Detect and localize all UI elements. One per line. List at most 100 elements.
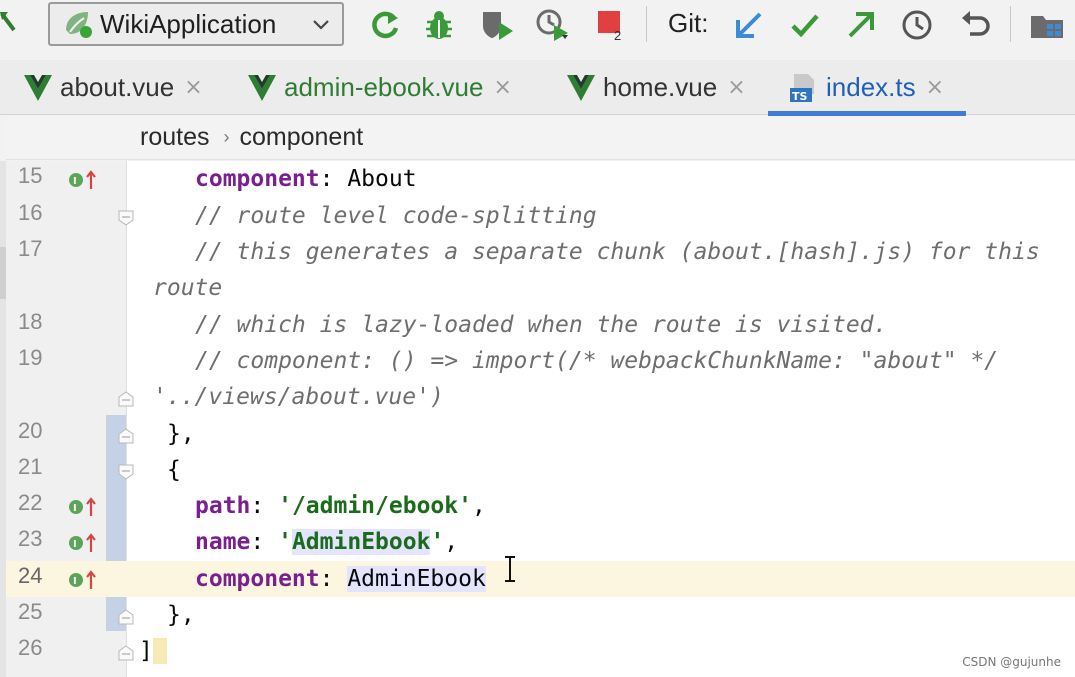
fold-end-icon[interactable] xyxy=(118,428,134,444)
svg-text:I: I xyxy=(73,176,77,187)
watermark: CSDN @gujunhe xyxy=(962,655,1061,669)
arrow-down-left-icon xyxy=(736,12,762,38)
close-icon[interactable]: × xyxy=(493,75,511,100)
toolbar-separator xyxy=(1010,6,1011,42)
spring-boot-icon xyxy=(66,12,92,38)
debug-button[interactable] xyxy=(420,6,458,44)
fold-end-icon[interactable] xyxy=(118,609,134,625)
tab-about-vue[interactable]: about.vue × xyxy=(24,60,203,115)
git-rollback-button[interactable] xyxy=(956,6,994,44)
breadcrumb: routes › component xyxy=(6,116,1075,160)
fold-icon[interactable] xyxy=(118,210,134,226)
code-line[interactable]: 23 I name: 'AdminEbook', xyxy=(6,524,1075,560)
tab-admin-ebook-vue[interactable]: admin-ebook.vue × xyxy=(248,60,512,115)
code-line[interactable]: 22 I path: '/admin/ebook', xyxy=(6,488,1075,524)
code-token-string: '/admin/ebook' xyxy=(278,493,472,519)
run-configuration-selector[interactable]: WikiApplication xyxy=(48,2,344,46)
tab-label: index.ts xyxy=(826,72,916,102)
rerun-icon xyxy=(372,11,399,39)
git-history-button[interactable] xyxy=(898,6,936,44)
code-line[interactable]: 26 ] xyxy=(6,633,1075,669)
code-token-property: component xyxy=(195,566,320,592)
git-commit-button[interactable] xyxy=(786,6,824,44)
bug-icon xyxy=(426,11,452,39)
code-comment: // which is lazy-loaded when the route i… xyxy=(195,312,888,338)
line-number: 25 xyxy=(18,599,43,624)
code-line[interactable]: 21 { xyxy=(6,452,1075,488)
code-token-punct: , xyxy=(444,529,459,555)
code-token-identifier-highlighted: AdminEbook xyxy=(347,566,486,592)
editor-tab-bar: about.vue × admin-ebook.vue × home.vue ×… xyxy=(0,60,1075,116)
svg-text:I: I xyxy=(73,539,77,550)
code-token-quote: ' xyxy=(278,529,292,555)
main-toolbar: WikiApplication 2 Git: xyxy=(0,0,1075,50)
rerun-button[interactable] xyxy=(366,6,404,44)
breadcrumb-item-component[interactable]: component xyxy=(239,123,363,152)
code-line[interactable]: 20 }, xyxy=(6,416,1075,452)
code-comment-wrap: route xyxy=(153,275,223,301)
implements-icon[interactable]: I xyxy=(68,496,98,518)
code-line[interactable]: 15 I component: About xyxy=(6,161,1075,197)
close-icon[interactable]: × xyxy=(184,75,202,100)
fold-end-icon[interactable] xyxy=(118,391,134,407)
code-token-brace: { xyxy=(167,457,181,483)
code-token-punct: : xyxy=(319,566,348,592)
breadcrumb-item-routes[interactable]: routes xyxy=(140,123,209,152)
code-comment-wrap: '../views/about.vue') xyxy=(153,384,444,410)
tab-home-vue[interactable]: home.vue × xyxy=(567,60,746,115)
code-token-brace: }, xyxy=(167,602,195,628)
code-token-string-highlighted: AdminEbook xyxy=(291,529,431,555)
vue-icon xyxy=(248,74,276,101)
chevron-down-icon xyxy=(313,20,329,30)
code-token-property: name xyxy=(195,529,251,555)
code-line[interactable]: 18 // which is lazy-loaded when the rout… xyxy=(6,307,1075,343)
line-number: 24 xyxy=(18,563,43,588)
line-number: 20 xyxy=(18,418,43,443)
line-number: 23 xyxy=(18,526,43,551)
code-token-property: component xyxy=(195,166,320,192)
code-token-punct: : xyxy=(250,529,279,555)
code-comment: // component: () => import(/* webpackChu… xyxy=(195,348,999,374)
implements-icon[interactable]: I xyxy=(68,532,98,554)
close-icon[interactable]: × xyxy=(727,75,745,100)
line-number: 19 xyxy=(18,345,43,370)
implements-icon[interactable]: I xyxy=(68,169,98,191)
git-push-button[interactable] xyxy=(842,6,880,44)
vue-icon xyxy=(24,74,52,101)
profiler-icon xyxy=(536,9,568,41)
tab-label: admin-ebook.vue xyxy=(284,72,484,102)
stop-count-badge: 2 xyxy=(614,28,622,43)
fold-icon[interactable] xyxy=(118,464,134,480)
code-line[interactable]: 16 // route level code-splitting xyxy=(6,198,1075,234)
svg-text:I: I xyxy=(73,576,77,587)
line-number: 15 xyxy=(18,163,43,188)
project-structure-button[interactable] xyxy=(1028,6,1066,44)
profile-button[interactable] xyxy=(534,6,572,44)
checkmark-icon xyxy=(791,14,819,38)
typescript-file-icon: TS xyxy=(790,73,814,103)
code-line-current[interactable]: 24 I component: AdminEbook xyxy=(6,561,1075,597)
tab-index-ts[interactable]: TS index.ts × xyxy=(768,60,966,116)
code-line[interactable]: 17 // this generates a separate chunk (a… xyxy=(6,234,1075,270)
implements-icon[interactable]: I xyxy=(68,569,98,591)
code-line-wrap[interactable]: route xyxy=(6,270,1075,306)
fold-end-icon[interactable] xyxy=(118,645,134,661)
breadcrumb-separator: › xyxy=(223,127,230,147)
code-line[interactable]: 19 // component: () => import(/* webpack… xyxy=(6,343,1075,379)
code-token-punct: : xyxy=(319,166,348,192)
code-line[interactable]: 25 }, xyxy=(6,597,1075,633)
code-editor[interactable]: 15 I component: About 16 // route level … xyxy=(6,161,1075,677)
tab-label: about.vue xyxy=(60,72,175,102)
run-with-coverage-button[interactable] xyxy=(478,6,516,44)
stop-button[interactable]: 2 xyxy=(592,6,630,44)
git-update-button[interactable] xyxy=(730,6,768,44)
code-comment: // route level code-splitting xyxy=(195,203,597,229)
back-arrow-icon[interactable] xyxy=(0,8,18,38)
close-icon[interactable]: × xyxy=(926,75,944,100)
text-cursor-icon xyxy=(505,556,515,582)
undo-icon xyxy=(962,11,990,36)
code-token-bracket: ] xyxy=(139,638,153,664)
run-configuration-label: WikiApplication xyxy=(100,8,277,39)
code-line-wrap[interactable]: '../views/about.vue') xyxy=(6,379,1075,415)
vue-icon xyxy=(567,74,595,101)
